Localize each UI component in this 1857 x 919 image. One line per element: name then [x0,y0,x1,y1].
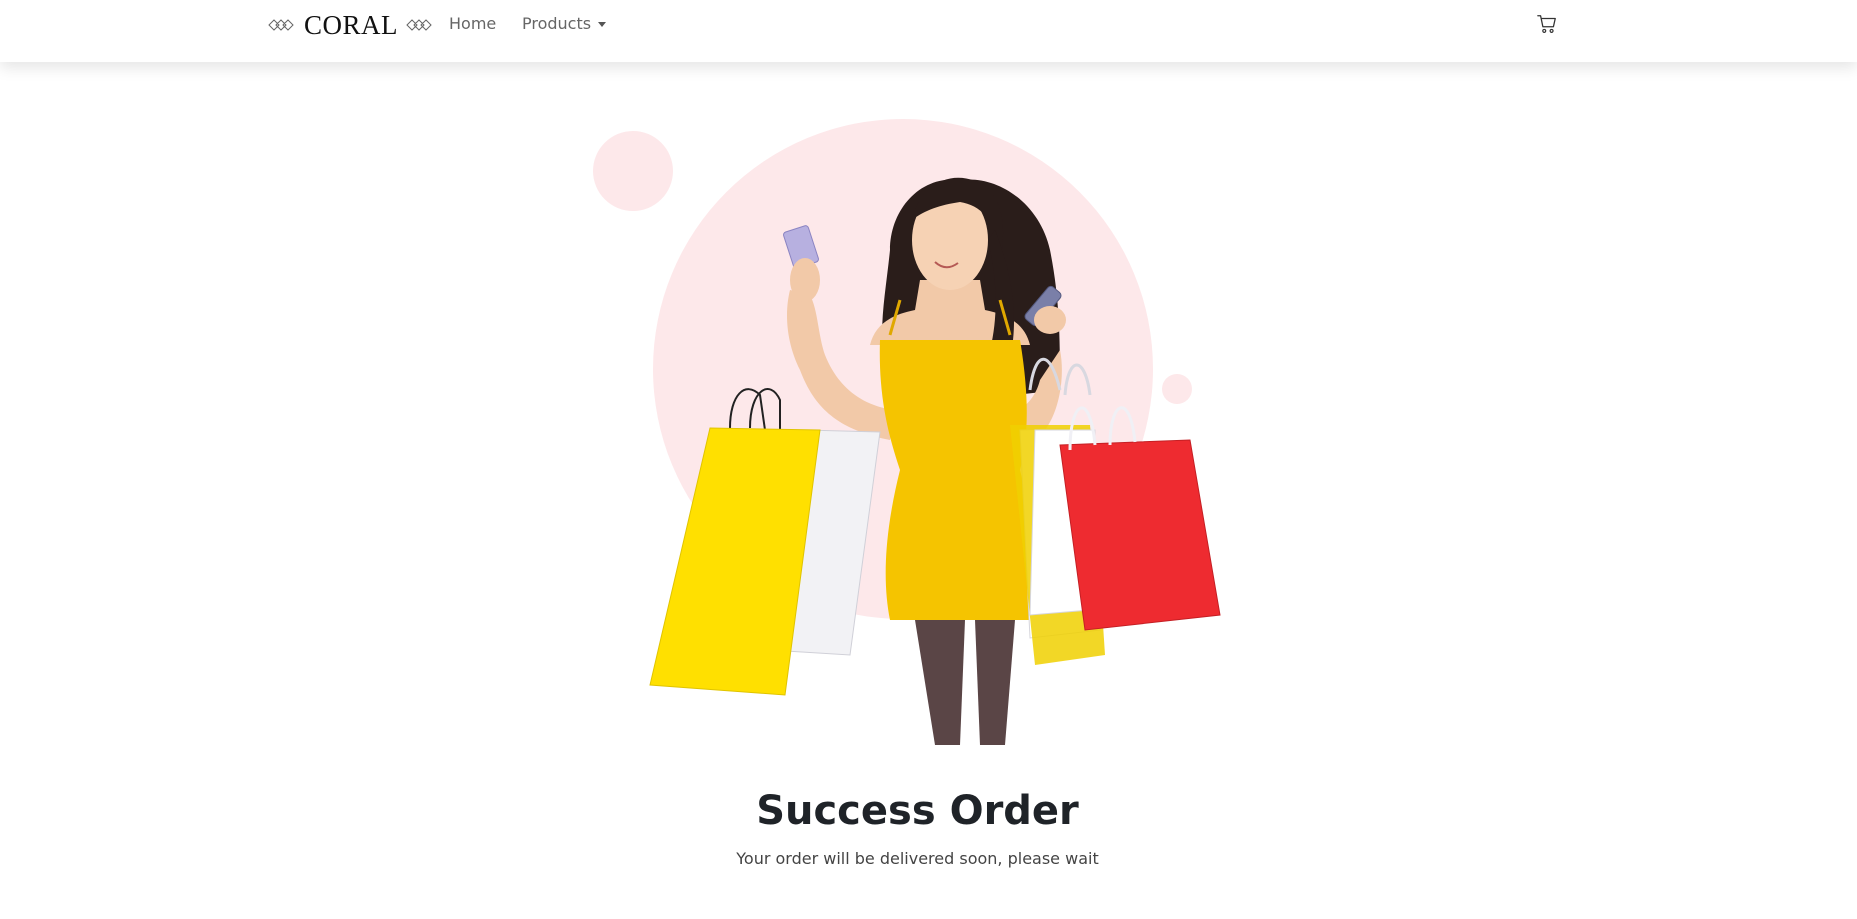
navbar: CORAL Home Products [0,0,1857,62]
brand-name: CORAL [304,9,399,40]
diamonds-icon [406,19,432,31]
success-subtitle: Your order will be delivered soon, pleas… [736,849,1099,868]
caret-down-icon [598,22,607,27]
success-title: Success Order [756,788,1079,834]
hero-illustration [590,110,1240,745]
nav-products-label: Products [522,14,592,33]
brand-logo[interactable]: CORAL [268,10,434,40]
nav-products-dropdown[interactable]: Products [522,14,607,33]
nav-home-link[interactable]: Home [449,14,496,33]
diamonds-icon [268,19,294,31]
cart-icon[interactable] [1536,13,1558,35]
shopping-woman-illustration [649,177,1221,745]
